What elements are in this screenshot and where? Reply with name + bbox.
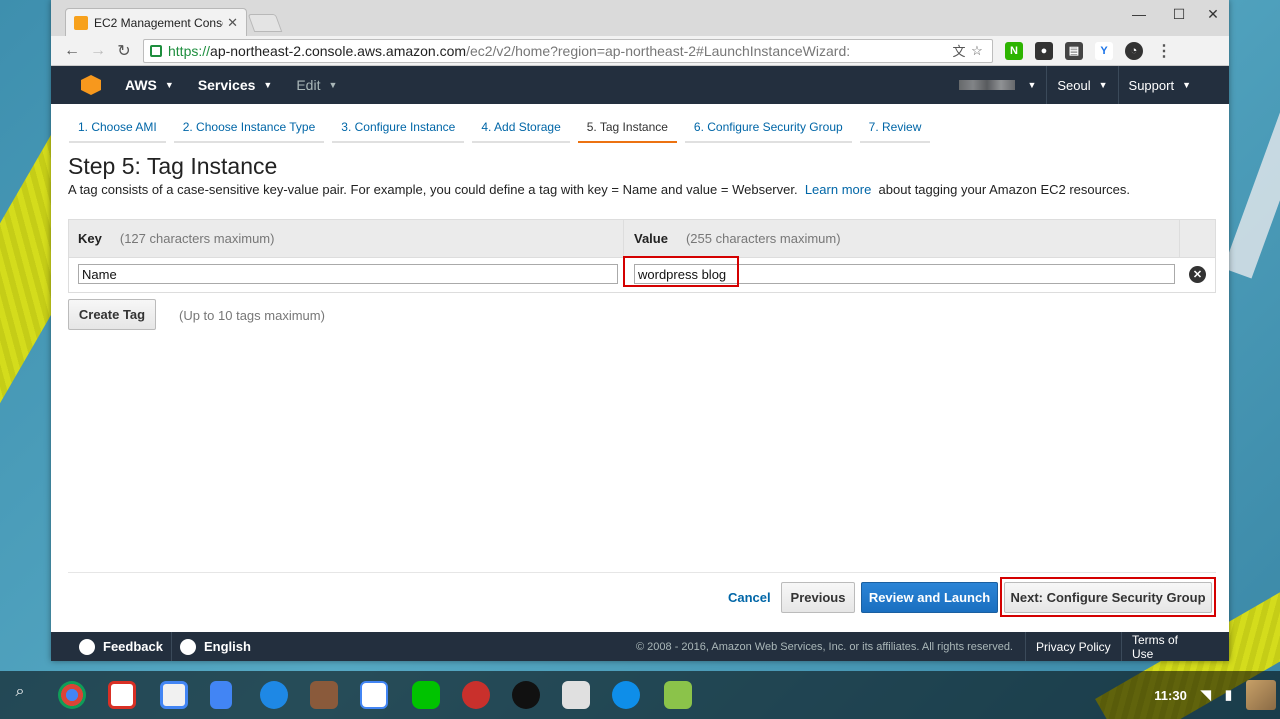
review-and-launch-button[interactable]: Review and Launch	[861, 582, 998, 613]
tab-configure-instance[interactable]: 3. Configure Instance	[332, 116, 465, 143]
menu-kebab-icon[interactable]: ⋮	[1155, 42, 1173, 60]
reload-icon[interactable]: ↻	[111, 41, 137, 61]
secure-lock-icon	[150, 44, 162, 57]
account-menu[interactable]: ▼	[949, 66, 1046, 104]
wifi-icon: ◥	[1200, 687, 1211, 702]
feedback-button[interactable]: Feedback	[51, 632, 172, 661]
language-button[interactable]: English	[172, 632, 259, 661]
tab-title: EC2 Management Conso	[94, 15, 224, 30]
privacy-policy-link[interactable]: Privacy Policy	[1025, 632, 1121, 661]
aws-footer: Feedback English © 2008 - 2016, Amazon W…	[51, 632, 1229, 661]
copyright-text: © 2008 - 2016, Amazon Web Services, Inc.…	[636, 640, 1013, 653]
account-name-blurred	[959, 80, 1016, 90]
services-menu[interactable]: Services ▼	[198, 77, 273, 93]
tab-choose-instance-type[interactable]: 2. Choose Instance Type	[173, 116, 325, 143]
globe-icon	[179, 638, 196, 655]
chevron-down-icon: ▼	[263, 80, 273, 90]
chat-bubble-icon	[79, 638, 95, 655]
tag-table-header: Key (127 characters maximum) Value (255 ch…	[69, 219, 1215, 258]
forward-icon[interactable]: →	[85, 42, 111, 60]
gmail-app-icon[interactable]	[108, 681, 136, 709]
wizard-steps: 1. Choose AMI 2. Choose Instance Type 3.…	[69, 116, 938, 143]
minimize-icon[interactable]: —	[1129, 6, 1149, 22]
edit-menu[interactable]: Edit ▼	[296, 77, 337, 93]
previous-button[interactable]: Previous	[781, 582, 855, 613]
chromeos-shelf: ⌕ 11:30 ◥ ▮	[0, 671, 1280, 719]
tag-table: Key (127 characters maximum) Value (255 ch…	[68, 219, 1216, 293]
maximize-icon[interactable]: ☐	[1169, 6, 1189, 23]
play-movies-app-icon[interactable]	[360, 681, 388, 709]
learn-more-link[interactable]: Learn more	[805, 182, 871, 197]
create-tag-button[interactable]: Create Tag	[68, 299, 156, 330]
clock: 11:30	[1154, 687, 1187, 703]
tab-choose-ami[interactable]: 1. Choose AMI	[69, 116, 166, 143]
film-extension-icon[interactable]: ▤	[1065, 41, 1083, 60]
divider	[68, 572, 1216, 573]
p-app-icon[interactable]	[512, 681, 540, 709]
aws-cube-icon[interactable]	[81, 75, 101, 95]
green-app-icon[interactable]	[664, 681, 692, 709]
aws-menu[interactable]: AWS ▼	[125, 77, 174, 93]
translate-icon[interactable]: 文	[950, 41, 968, 60]
url-path: /ec2/v2/home?region=ap-northeast-2#Launc…	[466, 42, 851, 59]
tab-add-storage[interactable]: 4. Add Storage	[472, 116, 570, 143]
browser-window: EC2 Management Conso ✕ — ☐ ✕ ← → ↻ https…	[51, 0, 1229, 661]
incognito-extension-icon[interactable]: ●	[1035, 41, 1053, 60]
browser-toolbar: ← → ↻ https:// ap-northeast-2.console.aw…	[51, 36, 1229, 66]
browser-tab[interactable]: EC2 Management Conso ✕	[65, 8, 247, 36]
y-extension-icon[interactable]: Y	[1095, 41, 1113, 60]
docs-app-icon[interactable]	[210, 681, 232, 709]
title-bar: EC2 Management Conso ✕ — ☐ ✕	[51, 0, 1229, 36]
page-title: Step 5: Tag Instance	[68, 153, 278, 179]
tab-tag-instance[interactable]: 5. Tag Instance	[577, 116, 677, 143]
search-icon[interactable]: ⌕	[8, 683, 32, 707]
chrome-app-icon[interactable]	[58, 681, 86, 709]
support-menu[interactable]: Support ▼	[1117, 66, 1229, 104]
annotation-highlight	[1000, 577, 1216, 617]
cancel-link[interactable]: Cancel	[728, 590, 771, 605]
chevron-down-icon: ▼	[1027, 80, 1037, 90]
table-row: Name wordpress blog ✕	[69, 256, 1215, 292]
tab-configure-security-group[interactable]: 6. Configure Security Group	[684, 116, 852, 143]
aws-navbar: AWS ▼ Services ▼ Edit ▼ ▼ Seoul ▼ Support ▼	[51, 66, 1229, 104]
avatar	[1246, 680, 1276, 710]
chevron-down-icon: ▼	[1182, 80, 1191, 90]
new-tab-button[interactable]	[247, 14, 283, 32]
line-app-icon[interactable]	[412, 681, 440, 709]
emblem-app-icon[interactable]	[462, 681, 490, 709]
tag-limit-hint: (Up to 10 tags maximum)	[179, 308, 325, 323]
value-column-header: Value (255 characters maximum)	[624, 219, 1180, 258]
page-description: A tag consists of a case-sensitive key-v…	[68, 182, 1131, 197]
terms-of-use-link[interactable]: Terms of Use	[1121, 632, 1229, 661]
wallpaper-stripe	[1223, 61, 1280, 279]
remove-tag-icon[interactable]: ✕	[1189, 266, 1206, 283]
annotation-highlight	[623, 256, 739, 287]
tag-key-input[interactable]: Name	[78, 264, 618, 284]
key-column-header: Key (127 characters maximum)	[69, 219, 624, 258]
chevron-down-icon: ▼	[164, 80, 174, 90]
close-window-icon[interactable]: ✕	[1203, 6, 1223, 23]
tab-review[interactable]: 7. Review	[859, 116, 931, 143]
teamviewer-app-icon[interactable]	[612, 681, 640, 709]
chevron-down-icon: ▼	[1098, 80, 1108, 90]
aws-favicon-icon	[74, 15, 88, 30]
instagram-app-icon[interactable]	[310, 681, 338, 709]
chevron-down-icon: ▼	[328, 80, 338, 90]
window-app-icon[interactable]	[562, 681, 590, 709]
region-menu[interactable]: Seoul ▼	[1046, 66, 1117, 104]
webstore-app-icon[interactable]	[160, 681, 188, 709]
system-tray[interactable]: 11:30 ◥ ▮	[1154, 677, 1280, 713]
timer-extension-icon[interactable]: ◔	[1125, 41, 1143, 60]
url-scheme: https://	[168, 42, 211, 59]
close-tab-icon[interactable]: ✕	[227, 15, 238, 31]
bookmark-star-icon[interactable]: ☆	[968, 43, 986, 59]
back-icon[interactable]: ←	[59, 42, 85, 60]
battery-icon: ▮	[1224, 687, 1232, 702]
url-host: ap-northeast-2.console.aws.amazon.com	[210, 42, 467, 59]
files-app-icon[interactable]	[260, 681, 288, 709]
address-bar[interactable]: https:// ap-northeast-2.console.aws.amaz…	[143, 38, 993, 63]
naver-extension-icon[interactable]: N	[1005, 41, 1023, 60]
